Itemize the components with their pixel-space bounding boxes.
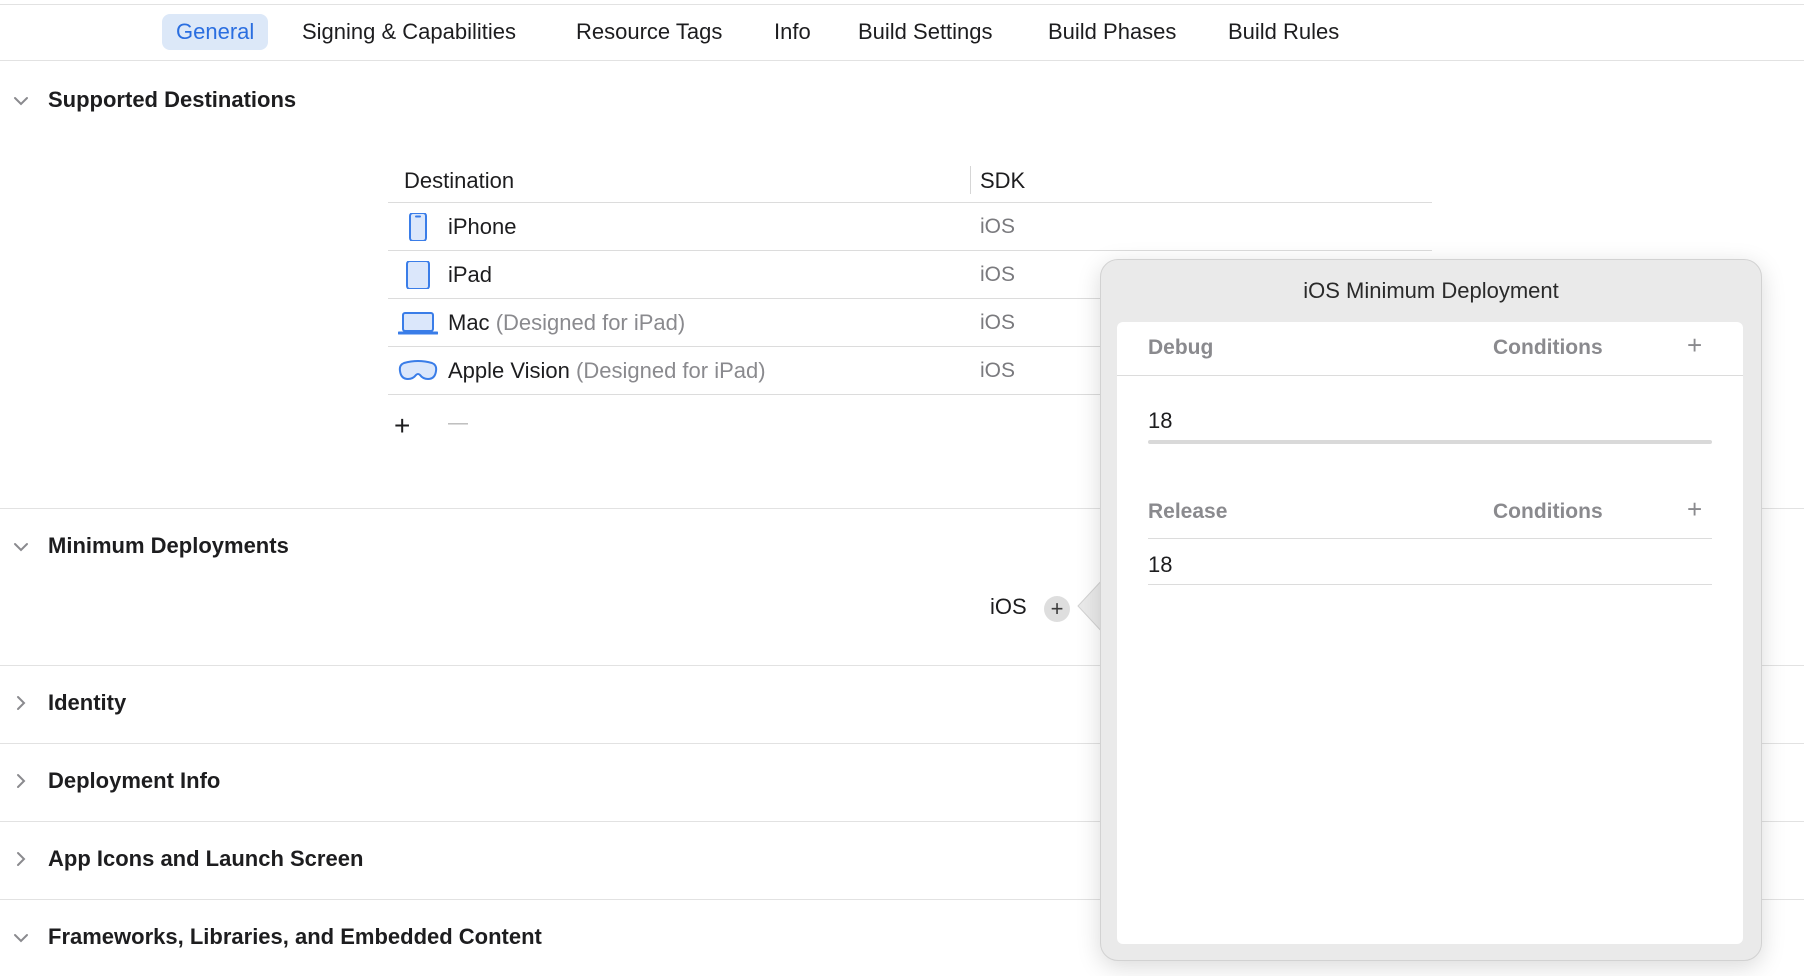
destination-label: iPad	[448, 262, 493, 287]
destination-sdk: iOS	[980, 215, 1016, 238]
add-destination-button[interactable]: +	[394, 410, 410, 442]
tab-resource-tags[interactable]: Resource Tags	[562, 14, 736, 50]
debug-field-underline	[1148, 440, 1712, 444]
section-title-minimum-deployments[interactable]: Minimum Deployments	[48, 533, 289, 559]
release-field-underline	[1148, 584, 1712, 585]
tab-info[interactable]: Info	[760, 14, 825, 50]
destination-name: iPad	[448, 262, 492, 288]
section-title-identity[interactable]: Identity	[48, 690, 126, 716]
laptop-icon	[397, 309, 439, 337]
editor-tab-bar: General Signing & Capabilities Resource …	[0, 12, 1804, 50]
iphone-icon	[398, 212, 438, 242]
debug-add-condition-button[interactable]: +	[1687, 330, 1702, 361]
section-title-app-icons[interactable]: App Icons and Launch Screen	[48, 846, 363, 872]
destination-name: Mac (Designed for iPad)	[448, 310, 685, 336]
ios-minimum-deployment-popover: iOS Minimum Deployment Debug Conditions …	[1100, 259, 1762, 961]
tab-divider	[0, 60, 1804, 61]
chevron-down-icon[interactable]	[12, 92, 30, 110]
debug-conditions-label: Conditions	[1493, 336, 1603, 359]
tab-general[interactable]: General	[162, 14, 269, 50]
chevron-down-icon[interactable]	[12, 538, 30, 556]
debug-label: Debug	[1148, 336, 1214, 359]
destination-label: Mac	[448, 310, 490, 335]
tab-build-settings[interactable]: Build Settings	[844, 14, 1007, 50]
chevron-right-icon[interactable]	[12, 850, 30, 868]
popover-title: iOS Minimum Deployment	[1303, 278, 1559, 303]
chevron-right-icon[interactable]	[12, 772, 30, 790]
top-border	[0, 4, 1804, 5]
release-divider	[1148, 538, 1712, 539]
section-title-frameworks[interactable]: Frameworks, Libraries, and Embedded Cont…	[48, 924, 542, 950]
ios-platform-label: iOS	[990, 594, 1027, 619]
destination-suffix: (Designed for iPad)	[576, 358, 766, 383]
deployment-config-panel: Debug Conditions + 18 Release Conditions…	[1117, 322, 1743, 944]
section-title-supported-destinations[interactable]: Supported Destinations	[48, 87, 296, 113]
tab-build-phases[interactable]: Build Phases	[1034, 14, 1190, 50]
tab-build-rules[interactable]: Build Rules	[1214, 14, 1353, 50]
tab-signing-capabilities[interactable]: Signing & Capabilities	[288, 14, 530, 50]
column-divider	[970, 166, 971, 194]
destination-sdk: iOS	[980, 311, 1016, 334]
chevron-down-icon[interactable]	[12, 929, 30, 947]
remove-destination-button[interactable]: —	[448, 412, 468, 435]
destination-sdk: iOS	[980, 359, 1016, 382]
destination-name: iPhone	[448, 214, 517, 240]
section-title-deployment-info[interactable]: Deployment Info	[48, 768, 220, 794]
chevron-right-icon[interactable]	[12, 694, 30, 712]
release-conditions-label: Conditions	[1493, 500, 1603, 523]
ipad-icon	[398, 260, 438, 290]
release-version-field[interactable]: 18	[1148, 552, 1172, 578]
destination-sdk: iOS	[980, 263, 1016, 286]
table-header: Destination SDK	[388, 160, 1432, 203]
add-deployment-button[interactable]: +	[1044, 596, 1070, 622]
destination-label: iPhone	[448, 214, 517, 239]
destination-name: Apple Vision (Designed for iPad)	[448, 358, 766, 384]
header-divider	[1117, 375, 1743, 376]
vision-pro-icon	[398, 357, 438, 385]
release-label: Release	[1148, 500, 1228, 523]
table-row[interactable]: iPhone iOS	[388, 203, 1432, 251]
debug-version-field[interactable]: 18	[1148, 408, 1172, 434]
column-header-sdk[interactable]: SDK	[980, 168, 1025, 194]
release-add-condition-button[interactable]: +	[1687, 494, 1702, 525]
destination-suffix: (Designed for iPad)	[495, 310, 686, 335]
destination-label: Apple Vision	[448, 358, 570, 383]
column-header-destination[interactable]: Destination	[404, 168, 514, 194]
